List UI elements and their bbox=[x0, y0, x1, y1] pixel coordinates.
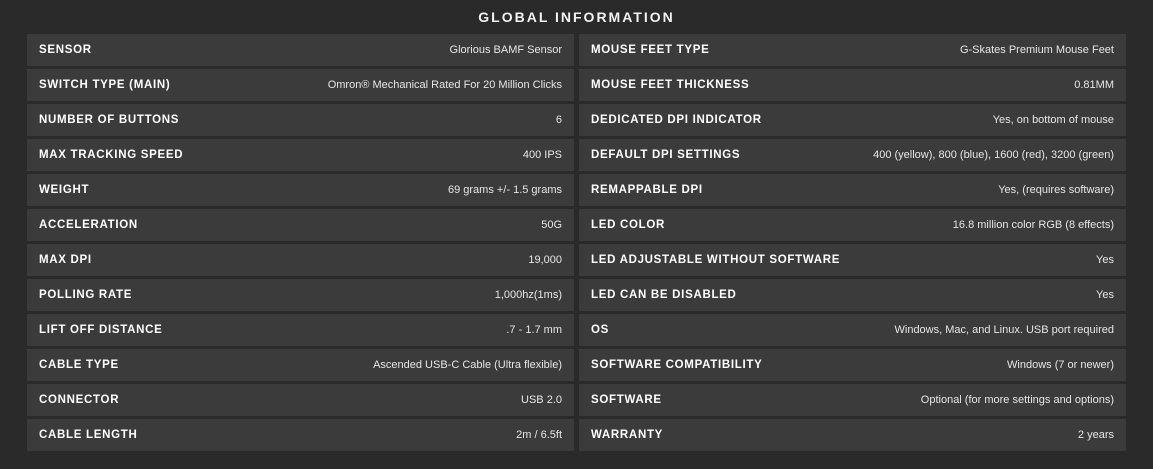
section-title: GLOBAL INFORMATION bbox=[478, 9, 675, 25]
spec-row: DEFAULT DPI SETTINGS 400 (yellow), 800 (b… bbox=[579, 139, 1126, 171]
spec-row: LED ADJUSTABLE WITHOUT SOFTWARE Yes bbox=[579, 244, 1126, 276]
spec-value: Yes bbox=[1096, 254, 1114, 266]
spec-value: .7 - 1.7 mm bbox=[506, 324, 562, 336]
spec-label: MAX TRACKING SPEED bbox=[39, 149, 184, 161]
spec-label: DEDICATED DPI INDICATOR bbox=[591, 114, 762, 126]
spec-row: SENSOR Glorious BAMF Sensor bbox=[27, 34, 574, 66]
spec-label: LED CAN BE DISABLED bbox=[591, 289, 737, 301]
spec-value: Yes, on bottom of mouse bbox=[992, 114, 1114, 126]
spec-label: WARRANTY bbox=[591, 429, 664, 441]
spec-row: LIFT OFF DISTANCE .7 - 1.7 mm bbox=[27, 314, 574, 346]
spec-value: 50G bbox=[541, 219, 562, 231]
spec-row: DEDICATED DPI INDICATOR Yes, on bottom of… bbox=[579, 104, 1126, 136]
spec-value: 69 grams +/- 1.5 grams bbox=[447, 184, 562, 196]
spec-row: LED CAN BE DISABLED Yes bbox=[579, 279, 1126, 311]
spec-label: SWITCH TYPE (MAIN) bbox=[39, 79, 171, 91]
spec-value: G-Skates Premium Mouse Feet bbox=[959, 44, 1114, 56]
spec-row: CONNECTOR USB 2.0 bbox=[27, 384, 574, 416]
spec-value: Windows (7 or newer) bbox=[1007, 359, 1114, 371]
spec-value: Omron® Mechanical Rated For 20 Million C… bbox=[327, 79, 562, 91]
spec-value: Yes, (requires software) bbox=[998, 184, 1114, 196]
spec-value: USB 2.0 bbox=[521, 394, 562, 406]
spec-label: LIFT OFF DISTANCE bbox=[39, 324, 163, 336]
spec-label: CABLE LENGTH bbox=[39, 429, 138, 441]
spec-row: POLLING RATE 1,000hz(1ms) bbox=[27, 279, 574, 311]
spec-label: CONNECTOR bbox=[39, 394, 120, 406]
spec-label: ACCELERATION bbox=[39, 219, 138, 231]
spec-value: Glorious BAMF Sensor bbox=[449, 44, 562, 56]
spec-label: OS bbox=[591, 324, 610, 336]
spec-value: 19,000 bbox=[528, 254, 562, 266]
spec-value: Ascended USB-C Cable (Ultra flexible) bbox=[373, 359, 562, 371]
spec-label: DEFAULT DPI SETTINGS bbox=[591, 149, 741, 161]
spec-row: SWITCH TYPE (MAIN) Omron® Mechanical Rate… bbox=[27, 69, 574, 101]
spec-value: Yes bbox=[1096, 289, 1114, 301]
spec-label: WEIGHT bbox=[39, 184, 90, 196]
spec-row: WEIGHT 69 grams +/- 1.5 grams bbox=[27, 174, 574, 206]
spec-label: MAX DPI bbox=[39, 254, 92, 266]
spec-row: CABLE LENGTH 2m / 6.5ft bbox=[27, 419, 574, 451]
spec-label: REMAPPABLE DPI bbox=[591, 184, 703, 196]
spec-value: 400 IPS bbox=[522, 149, 562, 161]
spec-label: MOUSE FEET TYPE bbox=[591, 44, 710, 56]
spec-value: 0.81MM bbox=[1074, 79, 1114, 91]
spec-label: NUMBER OF BUTTONS bbox=[39, 114, 180, 126]
spec-label: SOFTWARE COMPATIBILITY bbox=[591, 359, 763, 371]
spec-value: 6 bbox=[555, 114, 562, 126]
spec-row: LED COLOR 16.8 million color RGB (8 effec… bbox=[579, 209, 1126, 241]
spec-row: MAX TRACKING SPEED 400 IPS bbox=[27, 139, 574, 171]
spec-row: WARRANTY 2 years bbox=[579, 419, 1126, 451]
spec-table: SENSOR Glorious BAMF Sensor MOUSE FEET TY… bbox=[27, 34, 1126, 451]
spec-value: 2m / 6.5ft bbox=[516, 429, 562, 441]
spec-row: ACCELERATION 50G bbox=[27, 209, 574, 241]
spec-label: POLLING RATE bbox=[39, 289, 133, 301]
spec-label: LED ADJUSTABLE WITHOUT SOFTWARE bbox=[591, 254, 841, 266]
spec-label: LED COLOR bbox=[591, 219, 666, 231]
spec-row: OS Windows, Mac, and Linux. USB port requ… bbox=[579, 314, 1126, 346]
spec-value: Optional (for more settings and options) bbox=[920, 394, 1114, 406]
spec-row: SOFTWARE Optional (for more settings and … bbox=[579, 384, 1126, 416]
spec-label: SENSOR bbox=[39, 44, 92, 56]
spec-value: 16.8 million color RGB (8 effects) bbox=[952, 219, 1114, 231]
spec-row: NUMBER OF BUTTONS 6 bbox=[27, 104, 574, 136]
spec-value: 2 years bbox=[1077, 429, 1114, 441]
spec-row: MOUSE FEET THICKNESS 0.81MM bbox=[579, 69, 1126, 101]
spec-label: MOUSE FEET THICKNESS bbox=[591, 79, 750, 91]
spec-value: 1,000hz(1ms) bbox=[494, 289, 562, 301]
spec-label: CABLE TYPE bbox=[39, 359, 119, 371]
spec-row: SOFTWARE COMPATIBILITY Windows (7 or newe… bbox=[579, 349, 1126, 381]
spec-label: SOFTWARE bbox=[591, 394, 662, 406]
spec-row: CABLE TYPE Ascended USB-C Cable (Ultra fl… bbox=[27, 349, 574, 381]
spec-row: MOUSE FEET TYPE G-Skates Premium Mouse Fe… bbox=[579, 34, 1126, 66]
spec-value: Windows, Mac, and Linux. USB port requir… bbox=[894, 324, 1115, 336]
spec-row: REMAPPABLE DPI Yes, (requires software) bbox=[579, 174, 1126, 206]
spec-row: MAX DPI 19,000 bbox=[27, 244, 574, 276]
spec-value: 400 (yellow), 800 (blue), 1600 (red), 32… bbox=[873, 149, 1114, 161]
